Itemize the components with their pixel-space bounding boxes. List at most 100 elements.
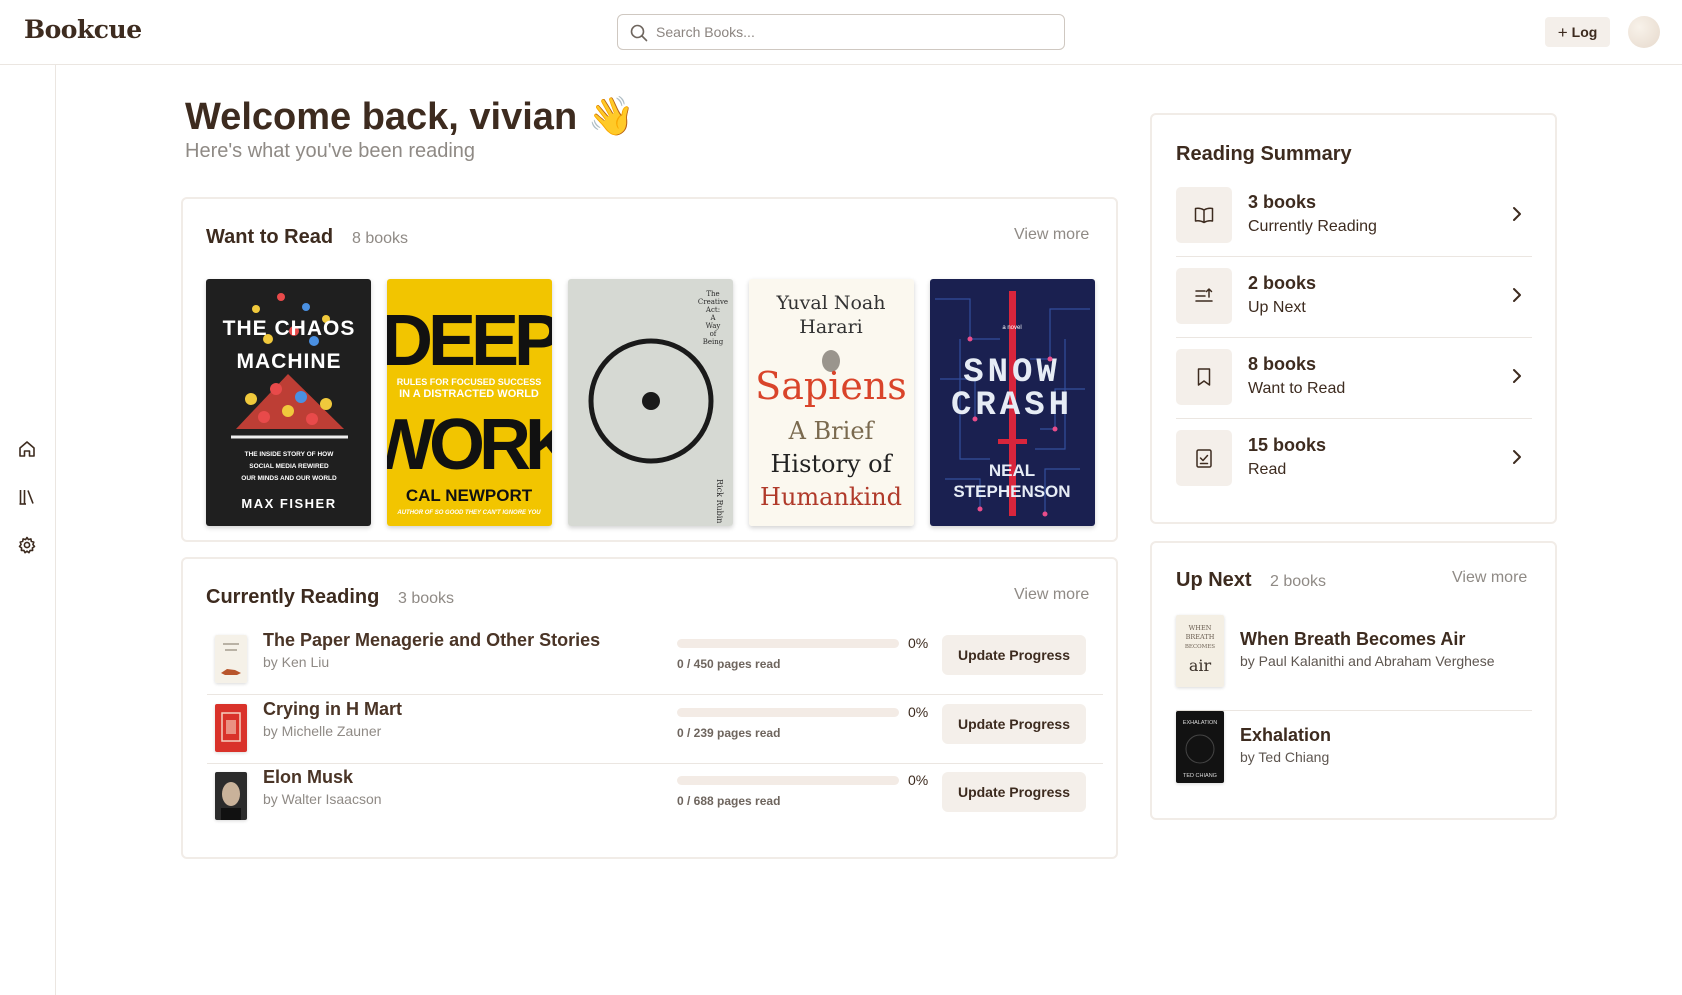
book-cover-creative-act[interactable]: The Creative Act: A Way of Being Rick Ru… [568,279,733,526]
log-button[interactable]: + Log [1545,17,1610,47]
chevron-right-icon [1513,369,1521,383]
update-progress-button[interactable]: Update Progress [942,772,1086,812]
chaos-author: MAX FISHER [241,496,336,511]
chaos-title-2: MACHINE [237,350,342,373]
sapiens-author-2: Harari [799,316,862,338]
currently-reading-row: Crying in H Mart by Michelle Zauner 0% 0… [207,696,1103,764]
settings-icon[interactable] [16,534,38,556]
search-input[interactable] [656,21,1051,43]
currently-reading-view-more-link[interactable]: View more [1014,586,1089,604]
book-cover-snow-crash[interactable]: a novel SNOW CRASH NEAL STEPHENSON [930,279,1095,526]
up-next-count: 2 books [1270,573,1327,590]
sidebar [0,65,56,995]
book-title[interactable]: Elon Musk [263,767,353,788]
sapiens-author-1: Yuval Noah [776,292,886,314]
summary-item-want-to-read[interactable]: 8 books Want to Read [1176,338,1532,419]
book-title[interactable]: When Breath Becomes Air [1240,629,1465,650]
book-title[interactable]: Exhalation [1240,725,1331,746]
summary-label: Read [1248,461,1287,478]
book-author: by Michelle Zauner [263,723,382,739]
open-book-icon [1176,187,1232,243]
summary-item-read[interactable]: 15 books Read [1176,419,1532,500]
creative-spine-2: Creative [698,298,728,306]
up-next-title: Up Next [1176,569,1252,591]
chaos-tag-2: SOCIAL MEDIA REWIRED [249,463,329,470]
creative-spine-1: The [706,290,719,298]
want-to-read-title: Want to Read [206,226,334,248]
sapiens-sub-3: Humankind [760,483,902,511]
summary-label: Want to Read [1248,380,1346,397]
creative-author: Rick Rubin [715,479,724,523]
update-progress-button[interactable]: Update Progress [942,704,1086,744]
book-cover-chaos-machine[interactable]: THE CHAOS MACHINE THE INSIDE STORY OF HO… [206,279,371,526]
creative-spine-5: Way [706,322,721,330]
snow-author-2: STEPHENSON [953,482,1070,501]
progress-bar [677,708,899,717]
up-next-view-more-link[interactable]: View more [1452,569,1527,587]
want-to-read-view-more-link[interactable]: View more [1014,226,1089,244]
update-progress-button[interactable]: Update Progress [942,635,1086,675]
home-icon[interactable] [16,438,38,460]
search-box[interactable] [617,14,1065,50]
page-subtitle: Here's what you've been reading [185,140,476,162]
chevron-right-icon [1513,288,1521,302]
book-thumb-exhalation[interactable]: EXHALATION TED CHIANG [1176,711,1224,783]
progress-pages: 0 / 688 pages read [677,794,781,808]
plus-icon: + [1557,22,1568,42]
snow-tag: a novel [1002,325,1021,331]
want-to-read-card: Want to Read 8 books View more THE CHAOS… [181,197,1118,542]
deep-title-2: WORK [387,405,552,485]
up-next-row: WHEN BREATH BECOMES air When Breath Beco… [1176,615,1532,711]
book-thumb-paper-menagerie[interactable] [215,635,247,683]
chevron-right-icon [1513,450,1521,464]
creative-spine-4: A [709,314,716,322]
progress-percent: 0% [908,635,929,651]
book-author: by Paul Kalanithi and Abraham Verghese [1240,653,1495,669]
user-avatar[interactable] [1628,16,1660,48]
want-to-read-count: 8 books [352,230,409,247]
book-thumb-elon-musk[interactable] [215,772,247,820]
snow-author-1: NEAL [989,461,1035,480]
book-title[interactable]: The Paper Menagerie and Other Stories [263,630,600,651]
book-thumb-crying-in-h-mart[interactable] [215,704,247,752]
log-button-label: Log [1571,24,1598,40]
queue-list-icon [1176,268,1232,324]
up-next-row: EXHALATION TED CHIANG Exhalation by Ted … [1176,711,1532,807]
book-title[interactable]: Crying in H Mart [263,699,402,720]
summary-item-up-next[interactable]: 2 books Up Next [1176,257,1532,338]
reading-summary-title: Reading Summary [1176,143,1352,165]
bookmark-icon [1176,349,1232,405]
book-author: by Ted Chiang [1240,749,1330,765]
exhalation-cover-author: TED CHIANG [1183,773,1217,779]
deep-author: CAL NEWPORT [406,486,533,505]
book-cover-sapiens[interactable]: Yuval Noah Harari Sapiens A Brief Histor… [749,279,914,526]
deep-tag-1: RULES FOR FOCUSED SUCCESS [397,377,542,387]
sapiens-title: Sapiens [755,364,907,408]
progress-pages: 0 / 450 pages read [677,657,781,671]
currently-reading-card: Currently Reading 3 books View more The … [181,557,1118,859]
book-thumb-when-breath-becomes-air[interactable]: WHEN BREATH BECOMES air [1176,615,1224,687]
chaos-tag-1: THE INSIDE STORY OF HOW [245,451,335,458]
app-logo[interactable]: Bookcue [24,15,142,44]
sapiens-sub-2: History of [770,450,893,478]
library-icon[interactable] [16,486,38,508]
currently-reading-title: Currently Reading [206,586,380,608]
reading-summary-card: Reading Summary 3 books Currently Readin… [1150,113,1557,524]
search-icon [630,24,648,42]
book-cover-deep-work[interactable]: DEEP RULES FOR FOCUSED SUCCESS IN A DIST… [387,279,552,526]
top-bar: Bookcue + Log [0,0,1682,65]
wbba-cover-2: BREATH [1186,633,1215,641]
currently-reading-count: 3 books [398,590,455,607]
book-author: by Walter Isaacson [263,791,382,807]
chevron-right-icon [1513,207,1521,221]
exhalation-cover-title: EXHALATION [1183,720,1217,726]
summary-item-currently-reading[interactable]: 3 books Currently Reading [1176,176,1532,257]
progress-bar [677,639,899,648]
progress-percent: 0% [908,704,929,720]
checked-clipboard-icon [1176,430,1232,486]
progress-pages: 0 / 239 pages read [677,726,781,740]
page-title: Welcome back, vivian 👋 [185,96,636,138]
wbba-cover-1: WHEN [1189,624,1212,632]
currently-reading-row: The Paper Menagerie and Other Stories by… [207,627,1103,695]
book-author: by Ken Liu [263,654,330,670]
